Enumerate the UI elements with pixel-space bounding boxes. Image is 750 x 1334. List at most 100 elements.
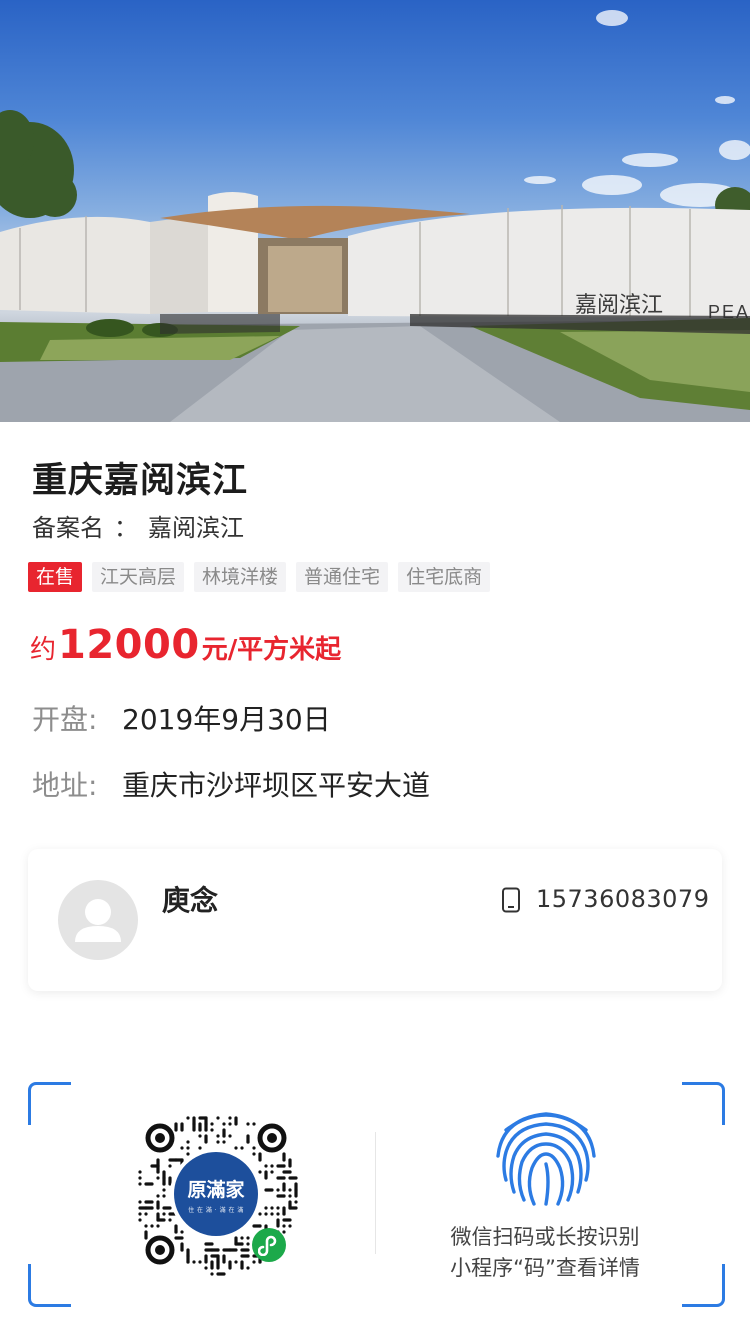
scan-frame-corner-bottom-left [28,1264,71,1307]
qr-dot [282,1224,286,1228]
qr-dot [288,1176,298,1180]
qr-dot [234,1146,238,1150]
qr-dot [246,1140,250,1144]
qr-dot [216,1116,220,1120]
qr-dot [240,1242,244,1246]
qr-dot [228,1116,232,1120]
qr-dot [144,1224,148,1228]
qr-dot [138,1170,142,1174]
qr-dot [204,1254,208,1264]
qr-dot [156,1176,160,1180]
price-prefix: 约 [30,635,57,665]
scan-hint: 微信扫码或长按识别 小程序“码”查看详情 [420,1222,670,1284]
scan-divider [375,1132,376,1254]
qr-dot [186,1146,190,1150]
qr-dot [156,1206,160,1210]
tag-item: 林境洋楼 [194,562,287,592]
price-row: 约 12000 元/平方米起 [30,622,341,668]
qr-dot [204,1128,208,1132]
qr-dot [162,1182,166,1186]
project-title: 重庆嘉阅滨江 [32,461,249,501]
qr-dot [210,1128,214,1132]
qr-dot [168,1218,172,1222]
qr-dot [186,1140,190,1144]
qr-dot [156,1218,166,1222]
qr-dot [162,1188,166,1192]
hero-signage: 嘉阅滨江 [575,292,663,317]
qr-dot [246,1254,250,1258]
scan-hint-line-2: 小程序“码”查看详情 [450,1256,640,1280]
agent-card[interactable]: 庾念 15736083079 [28,849,722,991]
qr-dot [180,1122,184,1132]
qr-dot [276,1188,280,1192]
qr-dot [150,1206,154,1210]
qr-dot [138,1200,142,1204]
qr-dot [210,1122,214,1126]
qr-dot [144,1230,148,1240]
qr-dot [228,1122,232,1126]
qr-dot [144,1200,154,1204]
fingerprint-icon[interactable] [492,1104,600,1208]
qr-dot [288,1188,292,1192]
qr-dot [198,1128,202,1132]
qr-dot [156,1194,160,1198]
qr-dot [150,1224,154,1228]
agent-name: 庾念 [162,884,219,917]
qr-dot [162,1212,166,1216]
qr-dot [258,1152,262,1162]
price-unit: 元/平方米起 [201,635,342,665]
qr-dot [180,1230,184,1234]
qr-dot [270,1206,274,1210]
qr-dot [288,1170,292,1174]
opening-date-row: 开盘: 2019年9月30日 [32,698,331,738]
qr-dot [138,1176,142,1180]
qr-dot [198,1134,202,1138]
qr-dot [240,1266,244,1270]
qr-dot [252,1146,256,1150]
qr-dot [198,1260,202,1264]
qr-dot [246,1236,250,1240]
scan-frame-corner-bottom-right [682,1264,725,1307]
qr-dot [210,1272,214,1276]
qr-dot [240,1146,244,1150]
qr-dot [222,1254,226,1264]
qr-dot [240,1236,244,1240]
qr-dot [216,1260,220,1270]
qr-dot [252,1122,256,1126]
opening-date-value: 2019年9月30日 [122,703,331,736]
tag-item: 普通住宅 [296,562,389,592]
qr-dot [270,1212,274,1216]
qr-dot [228,1134,232,1138]
qr-dot [228,1248,238,1252]
tag-list: 在售 江天高层 林境洋楼 普通住宅 住宅底商 [28,562,491,592]
agent-phone[interactable]: 15736083079 [536,885,709,913]
record-separator: ： [114,514,138,542]
qr-dot [264,1164,268,1168]
avatar [58,880,138,960]
record-name-row: 备案名 ： 嘉阅滨江 [32,508,244,543]
qr-dot [210,1260,214,1270]
qr-dot [222,1134,226,1138]
hero-illustration: 嘉阅滨江 PEA [0,10,750,422]
qr-dot [276,1212,280,1216]
qr-dot [282,1218,292,1222]
qr-dot [282,1152,286,1162]
qr-dot [144,1212,148,1216]
qr-dot [294,1188,298,1198]
qr-dot [288,1194,292,1198]
address-value: 重庆市沙坪坝区平安大道 [122,769,431,802]
qr-dot [216,1134,220,1138]
qr-dot [204,1134,208,1144]
scan-hint-line-1: 微信扫码或长按识别 [450,1225,640,1249]
qr-dot [258,1224,262,1228]
qr-dot [138,1212,142,1216]
qr-dot [138,1182,142,1186]
qr-dot [234,1260,238,1264]
record-label: 备案名 [32,514,104,542]
qr-dot [252,1152,256,1156]
address-label: 地址: [32,769,98,802]
phone-icon[interactable] [500,887,522,913]
tag-on-sale: 在售 [28,562,83,592]
qr-dot [174,1230,178,1234]
qr-dot [246,1122,250,1126]
